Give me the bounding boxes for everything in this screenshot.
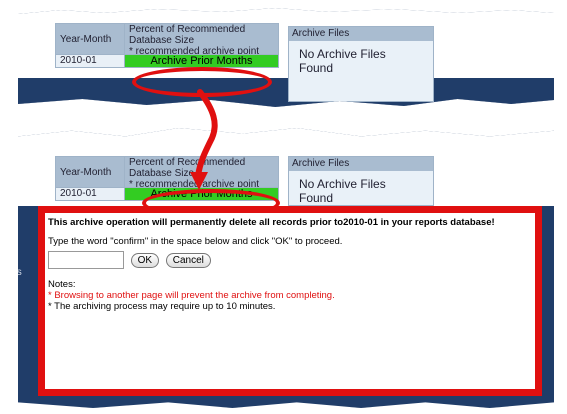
- archive-confirm-dialog: This archive operation will permanently …: [38, 206, 542, 396]
- note-browsing: * Browsing to another page will prevent …: [48, 290, 335, 301]
- notes-label: Notes:: [48, 279, 76, 290]
- note-duration: * The archiving process may require up t…: [48, 301, 276, 312]
- warning-text: This archive operation will permanently …: [48, 217, 495, 228]
- instruction-text: Type the word "confirm" in the space bel…: [48, 236, 343, 247]
- ok-button[interactable]: OK: [130, 252, 160, 268]
- confirm-input[interactable]: [48, 251, 124, 269]
- cancel-button[interactable]: Cancel: [165, 252, 211, 268]
